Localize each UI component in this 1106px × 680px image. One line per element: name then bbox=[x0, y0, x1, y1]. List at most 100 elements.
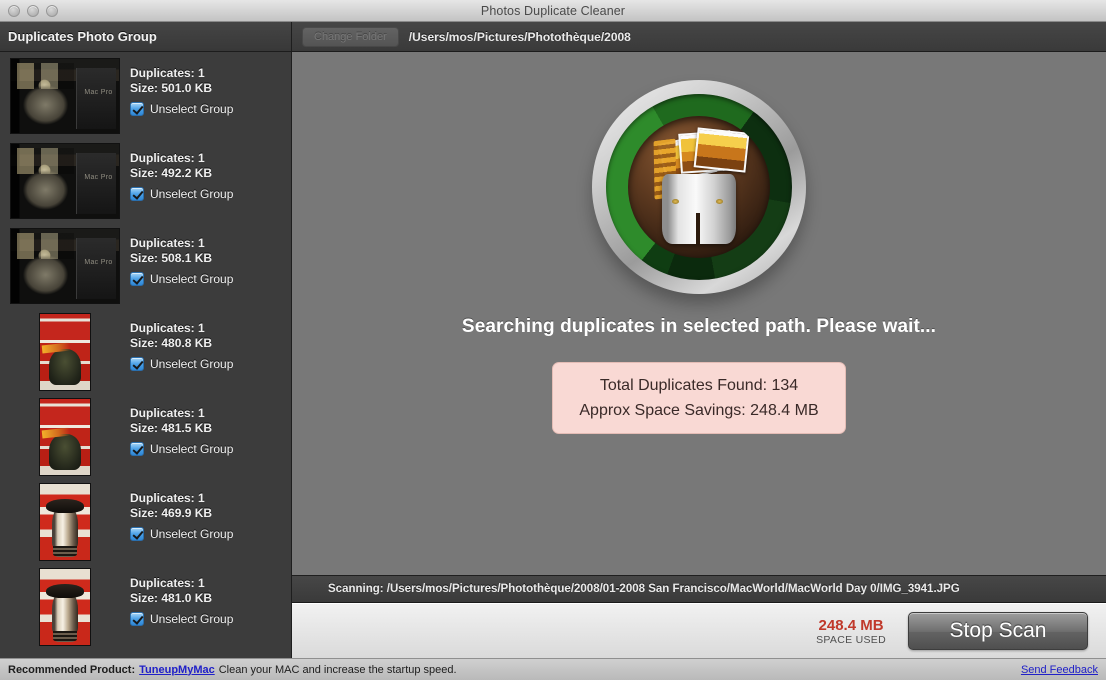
thumbnail-container bbox=[0, 565, 130, 646]
unselect-group-row[interactable]: Unselect Group bbox=[130, 442, 291, 456]
recommended-product-label: Recommended Product: bbox=[8, 663, 136, 676]
group-size: Size: 480.8 KB bbox=[130, 336, 213, 350]
list-item[interactable]: Duplicates: 1 Size: 480.8 KB Unselect Gr… bbox=[0, 307, 291, 392]
app-window: Photos Duplicate Cleaner Duplicates Phot… bbox=[0, 0, 1106, 680]
duplicates-count: Duplicates: 1 bbox=[130, 66, 205, 80]
space-used-block: 248.4 MB SPACE USED bbox=[816, 617, 886, 646]
duplicates-count: Duplicates: 1 bbox=[130, 151, 205, 165]
thumbnail-image bbox=[40, 399, 90, 475]
sidebar-title: Duplicates Photo Group bbox=[8, 29, 157, 44]
unselect-group-checkbox[interactable] bbox=[130, 102, 144, 116]
list-item[interactable]: Duplicates: 1 Size: 492.2 KB Unselect Gr… bbox=[0, 137, 291, 222]
results-summary-box: Total Duplicates Found: 134 Approx Space… bbox=[552, 362, 846, 434]
trash-bin-icon bbox=[662, 174, 736, 244]
group-info: Duplicates: 1 Size: 480.8 KB Unselect Gr… bbox=[130, 310, 291, 371]
group-size: Size: 501.0 KB bbox=[130, 81, 213, 95]
path-bar: Change Folder /Users/mos/Pictures/Photot… bbox=[292, 22, 1106, 51]
group-info: Duplicates: 1 Size: 481.0 KB Unselect Gr… bbox=[130, 565, 291, 626]
main-panel: Searching duplicates in selected path. P… bbox=[292, 52, 1106, 658]
duplicates-count: Duplicates: 1 bbox=[130, 576, 205, 590]
group-size: Size: 481.0 KB bbox=[130, 591, 213, 605]
unselect-group-checkbox[interactable] bbox=[130, 612, 144, 626]
space-used-value: 248.4 MB bbox=[818, 616, 884, 634]
thumbnail-image bbox=[40, 569, 90, 645]
space-used-label: SPACE USED bbox=[816, 633, 886, 646]
unselect-group-label: Unselect Group bbox=[150, 442, 234, 456]
scanning-path: Scanning: /Users/mos/Pictures/Photothèqu… bbox=[328, 583, 960, 595]
window-title: Photos Duplicate Cleaner bbox=[480, 3, 626, 18]
group-info: Duplicates: 1 Size: 469.9 KB Unselect Gr… bbox=[130, 480, 291, 541]
selected-path: /Users/mos/Pictures/Photothèque/2008 bbox=[408, 29, 631, 44]
thumbnail-image bbox=[11, 144, 119, 218]
tuneupmymac-link[interactable]: TuneupMyMac bbox=[139, 664, 215, 676]
unselect-group-row[interactable]: Unselect Group bbox=[130, 612, 291, 626]
unselect-group-label: Unselect Group bbox=[150, 527, 234, 541]
list-item[interactable]: Duplicates: 1 Size: 481.0 KB Unselect Gr… bbox=[0, 562, 291, 647]
unselect-group-checkbox[interactable] bbox=[130, 527, 144, 541]
unselect-group-label: Unselect Group bbox=[150, 357, 234, 371]
photo-thumbnail[interactable] bbox=[39, 568, 91, 646]
photo-thumbnail[interactable] bbox=[39, 483, 91, 561]
unselect-group-checkbox[interactable] bbox=[130, 187, 144, 201]
photo-thumbnail[interactable] bbox=[10, 143, 120, 219]
thumbnail-image bbox=[11, 59, 119, 133]
change-folder-button[interactable]: Change Folder bbox=[302, 26, 399, 47]
photo-thumbnail[interactable] bbox=[10, 228, 120, 304]
group-size: Size: 492.2 KB bbox=[130, 166, 213, 180]
photo-thumbnail[interactable] bbox=[10, 58, 120, 134]
approx-space-savings: Approx Space Savings: 248.4 MB bbox=[579, 402, 819, 419]
thumbnail-container bbox=[0, 395, 130, 476]
unselect-group-row[interactable]: Unselect Group bbox=[130, 102, 291, 116]
duplicates-count: Duplicates: 1 bbox=[130, 236, 205, 250]
unselect-group-row[interactable]: Unselect Group bbox=[130, 527, 291, 541]
thumbnail-container bbox=[0, 225, 130, 304]
group-size: Size: 481.5 KB bbox=[130, 421, 213, 435]
logo-inner-disc bbox=[628, 116, 770, 258]
title-bar: Photos Duplicate Cleaner bbox=[0, 0, 1106, 22]
group-info: Duplicates: 1 Size: 481.5 KB Unselect Gr… bbox=[130, 395, 291, 456]
photo-thumbnail[interactable] bbox=[39, 313, 91, 391]
sidebar-header: Duplicates Photo Group bbox=[0, 22, 292, 51]
send-feedback-link[interactable]: Send Feedback bbox=[1021, 664, 1098, 676]
stop-scan-button[interactable]: Stop Scan bbox=[908, 612, 1088, 650]
thumbnail-container bbox=[0, 55, 130, 134]
list-item[interactable]: Duplicates: 1 Size: 508.1 KB Unselect Gr… bbox=[0, 222, 291, 307]
scanning-status-bar: Scanning: /Users/mos/Pictures/Photothèqu… bbox=[292, 575, 1106, 603]
status-message: Searching duplicates in selected path. P… bbox=[461, 316, 937, 337]
body: Duplicates: 1 Size: 501.0 KB Unselect Gr… bbox=[0, 52, 1106, 658]
recommended-product: Recommended Product: TuneupMyMac Clean y… bbox=[8, 664, 457, 676]
thumbnail-image bbox=[40, 314, 90, 390]
thumbnail-container bbox=[0, 310, 130, 391]
unselect-group-label: Unselect Group bbox=[150, 102, 234, 116]
list-item[interactable]: Duplicates: 1 Size: 481.5 KB Unselect Gr… bbox=[0, 392, 291, 477]
duplicates-count: Duplicates: 1 bbox=[130, 321, 205, 335]
app-logo-icon bbox=[592, 80, 806, 294]
photo-thumbnail[interactable] bbox=[39, 398, 91, 476]
group-info: Duplicates: 1 Size: 492.2 KB Unselect Gr… bbox=[130, 140, 291, 201]
unselect-group-label: Unselect Group bbox=[150, 187, 234, 201]
thumbnail-container bbox=[0, 480, 130, 561]
recommended-product-tagline: Clean your MAC and increase the startup … bbox=[218, 663, 457, 676]
unselect-group-row[interactable]: Unselect Group bbox=[130, 272, 291, 286]
list-item[interactable]: Duplicates: 1 Size: 501.0 KB Unselect Gr… bbox=[0, 52, 291, 137]
list-item[interactable]: Duplicates: 1 Size: 469.9 KB Unselect Gr… bbox=[0, 477, 291, 562]
thumbnail-image bbox=[11, 229, 119, 303]
duplicates-count: Duplicates: 1 bbox=[130, 406, 205, 420]
unselect-group-checkbox[interactable] bbox=[130, 442, 144, 456]
group-info: Duplicates: 1 Size: 501.0 KB Unselect Gr… bbox=[130, 55, 291, 116]
unselect-group-label: Unselect Group bbox=[150, 272, 234, 286]
unselect-group-row[interactable]: Unselect Group bbox=[130, 187, 291, 201]
toolbar: Duplicates Photo Group Change Folder /Us… bbox=[0, 22, 1106, 52]
duplicates-group-list[interactable]: Duplicates: 1 Size: 501.0 KB Unselect Gr… bbox=[0, 52, 292, 658]
unselect-group-checkbox[interactable] bbox=[130, 357, 144, 371]
group-size: Size: 469.9 KB bbox=[130, 506, 213, 520]
footer-bar: Recommended Product: TuneupMyMac Clean y… bbox=[0, 658, 1106, 680]
group-info: Duplicates: 1 Size: 508.1 KB Unselect Gr… bbox=[130, 225, 291, 286]
unselect-group-row[interactable]: Unselect Group bbox=[130, 357, 291, 371]
progress-ring-icon bbox=[606, 94, 792, 280]
action-bar: 248.4 MB SPACE USED Stop Scan bbox=[292, 603, 1106, 658]
thumbnail-container bbox=[0, 140, 130, 219]
group-size: Size: 508.1 KB bbox=[130, 251, 213, 265]
unselect-group-label: Unselect Group bbox=[150, 612, 234, 626]
unselect-group-checkbox[interactable] bbox=[130, 272, 144, 286]
